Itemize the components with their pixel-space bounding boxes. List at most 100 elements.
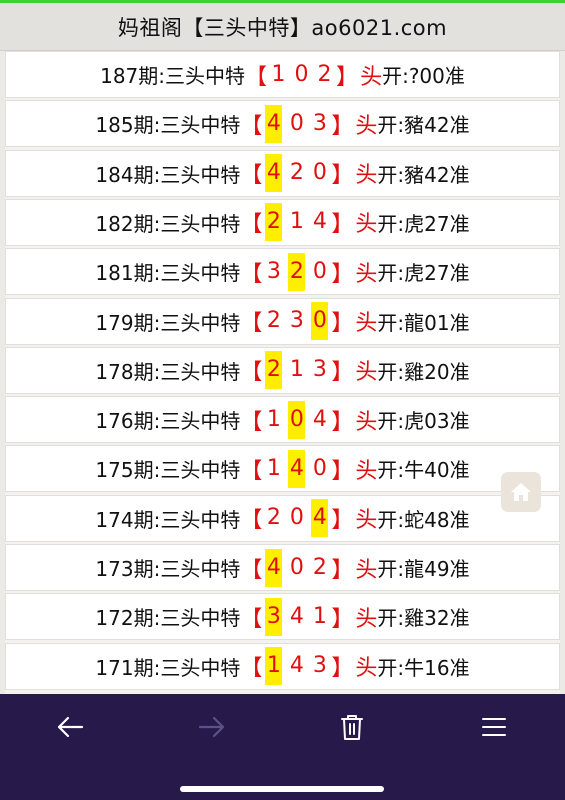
tou-label: 头 xyxy=(360,64,383,90)
tou-label: 头 xyxy=(355,656,378,682)
bracket-open: 【 xyxy=(240,458,263,484)
period-label: 182期:三头中特 xyxy=(95,211,241,236)
prediction-list[interactable]: 187期:三头中特【1 0 2】头开:?00准 185期:三头中特【4 0 3】头开:豬4… xyxy=(5,51,560,694)
digit: 4 xyxy=(289,603,304,629)
digit: 0 xyxy=(289,110,304,136)
list-item: 175期:三头中特【1 4 0】头开:牛40准 xyxy=(5,445,560,493)
period-label: 185期:三头中特 xyxy=(95,113,241,138)
result-label: 开:雞32准 xyxy=(377,606,470,631)
bracket-close: 】 xyxy=(331,606,354,632)
tou-label: 头 xyxy=(355,212,378,238)
digit-hit: 3 xyxy=(265,597,283,636)
bracket-open: 【 xyxy=(240,360,263,386)
home-button[interactable] xyxy=(501,472,541,512)
page-header: 妈祖阁【三头中特】ao6021.com xyxy=(0,3,565,51)
result-label: 开:牛40准 xyxy=(377,458,470,483)
digit: 0 xyxy=(294,61,309,87)
menu-button[interactable] xyxy=(464,702,524,752)
period-label: 175期:三头中特 xyxy=(95,458,241,483)
result-label: 开:龍01准 xyxy=(377,310,470,335)
bracket-open: 【 xyxy=(245,64,268,90)
period-label: 171期:三头中特 xyxy=(95,655,241,680)
result-label: 开:虎27准 xyxy=(377,261,470,286)
tou-label: 头 xyxy=(355,261,378,287)
bracket-open: 【 xyxy=(240,163,263,189)
list-item: 187期:三头中特【1 0 2】头开:?00准 xyxy=(5,51,560,98)
list-item: 184期:三头中特【4 2 0】头开:豬42准 xyxy=(5,149,560,197)
digit-hit: 2 xyxy=(288,252,306,291)
period-label: 172期:三头中特 xyxy=(95,606,241,631)
tou-label: 头 xyxy=(355,508,378,534)
digit: 0 xyxy=(312,455,327,481)
result-label: 开:虎03准 xyxy=(377,409,470,434)
bracket-open: 【 xyxy=(240,409,263,435)
bracket-close: 】 xyxy=(331,508,354,534)
digit-hit: 4 xyxy=(265,104,283,143)
list-item: 179期:三头中特【2 3 0】头开:龍01准 xyxy=(5,297,560,345)
result-label: 开:蛇48准 xyxy=(377,507,470,532)
bracket-close: 】 xyxy=(331,311,354,336)
menu-icon xyxy=(482,718,506,736)
digit-hit: 0 xyxy=(311,302,329,340)
list-item: 171期:三头中特【1 4 3】头开:牛16准 xyxy=(5,642,560,690)
digit-hit: 4 xyxy=(311,499,329,538)
bracket-close: 】 xyxy=(331,212,354,238)
period-label: 173期:三头中特 xyxy=(95,557,241,581)
period-label: 178期:三头中特 xyxy=(95,359,241,384)
bracket-close: 】 xyxy=(331,113,354,139)
bracket-close: 】 xyxy=(331,409,354,435)
forward-button[interactable] xyxy=(182,702,242,752)
tou-label: 头 xyxy=(355,113,378,139)
arrow-left-icon xyxy=(57,716,84,738)
digit: 1 xyxy=(266,455,281,481)
list-item: 172期:三头中特【3 4 1】头开:雞32准 xyxy=(5,593,560,641)
arrow-right-icon xyxy=(198,716,225,738)
back-button[interactable] xyxy=(40,702,100,752)
result-label: 开:龍49准 xyxy=(377,557,470,581)
tou-label: 头 xyxy=(355,360,378,386)
digit: 2 xyxy=(266,505,281,531)
tou-label: 头 xyxy=(355,163,378,189)
tou-label: 头 xyxy=(355,606,378,632)
list-item: 185期:三头中特【4 0 3】头开:豬42准 xyxy=(5,100,560,148)
list-item: 178期:三头中特【2 1 3】头开:雞20准 xyxy=(5,346,560,394)
digit-hit: 4 xyxy=(265,548,283,587)
digit: 2 xyxy=(289,160,304,186)
digit: 3 xyxy=(312,110,327,136)
result-label: 开:雞20准 xyxy=(377,359,470,384)
bracket-open: 【 xyxy=(240,261,263,287)
digit-hit: 0 xyxy=(288,400,306,439)
bracket-open: 【 xyxy=(240,606,263,632)
digit-hit: 4 xyxy=(288,449,306,488)
period-label: 184期:三头中特 xyxy=(95,162,241,187)
delete-button[interactable] xyxy=(322,702,382,752)
period-label: 181期:三头中特 xyxy=(95,261,241,286)
digit-hit: 4 xyxy=(265,154,283,193)
digit-hit: 2 xyxy=(265,351,283,390)
result-label: 开:?00准 xyxy=(382,64,465,88)
bracket-close: 】 xyxy=(331,163,354,189)
list-item: 173期:三头中特【4 0 2】头开:龍49准 xyxy=(5,544,560,591)
digit: 3 xyxy=(312,653,327,679)
bracket-close: 】 xyxy=(331,557,354,583)
digit: 2 xyxy=(312,554,327,580)
digit: 1 xyxy=(312,603,327,629)
digit: 0 xyxy=(289,505,304,531)
home-indicator-bar xyxy=(180,786,384,792)
period-label: 179期:三头中特 xyxy=(95,310,241,335)
list-item: 176期:三头中特【1 0 4】头开:虎03准 xyxy=(5,396,560,444)
bracket-close: 】 xyxy=(331,360,354,386)
result-label: 开:牛16准 xyxy=(377,655,470,680)
digit: 1 xyxy=(289,357,304,383)
result-label: 开:虎27准 xyxy=(377,211,470,236)
list-item: 181期:三头中特【3 2 0】头开:虎27准 xyxy=(5,248,560,296)
bracket-close: 】 xyxy=(331,458,354,484)
digit: 4 xyxy=(289,653,304,679)
tou-label: 头 xyxy=(355,557,378,583)
result-label: 开:豬42准 xyxy=(377,113,470,138)
bracket-open: 【 xyxy=(240,113,263,139)
period-label: 174期:三头中特 xyxy=(95,507,241,532)
digit: 4 xyxy=(312,209,327,235)
home-icon xyxy=(511,483,531,501)
bracket-open: 【 xyxy=(240,656,263,682)
